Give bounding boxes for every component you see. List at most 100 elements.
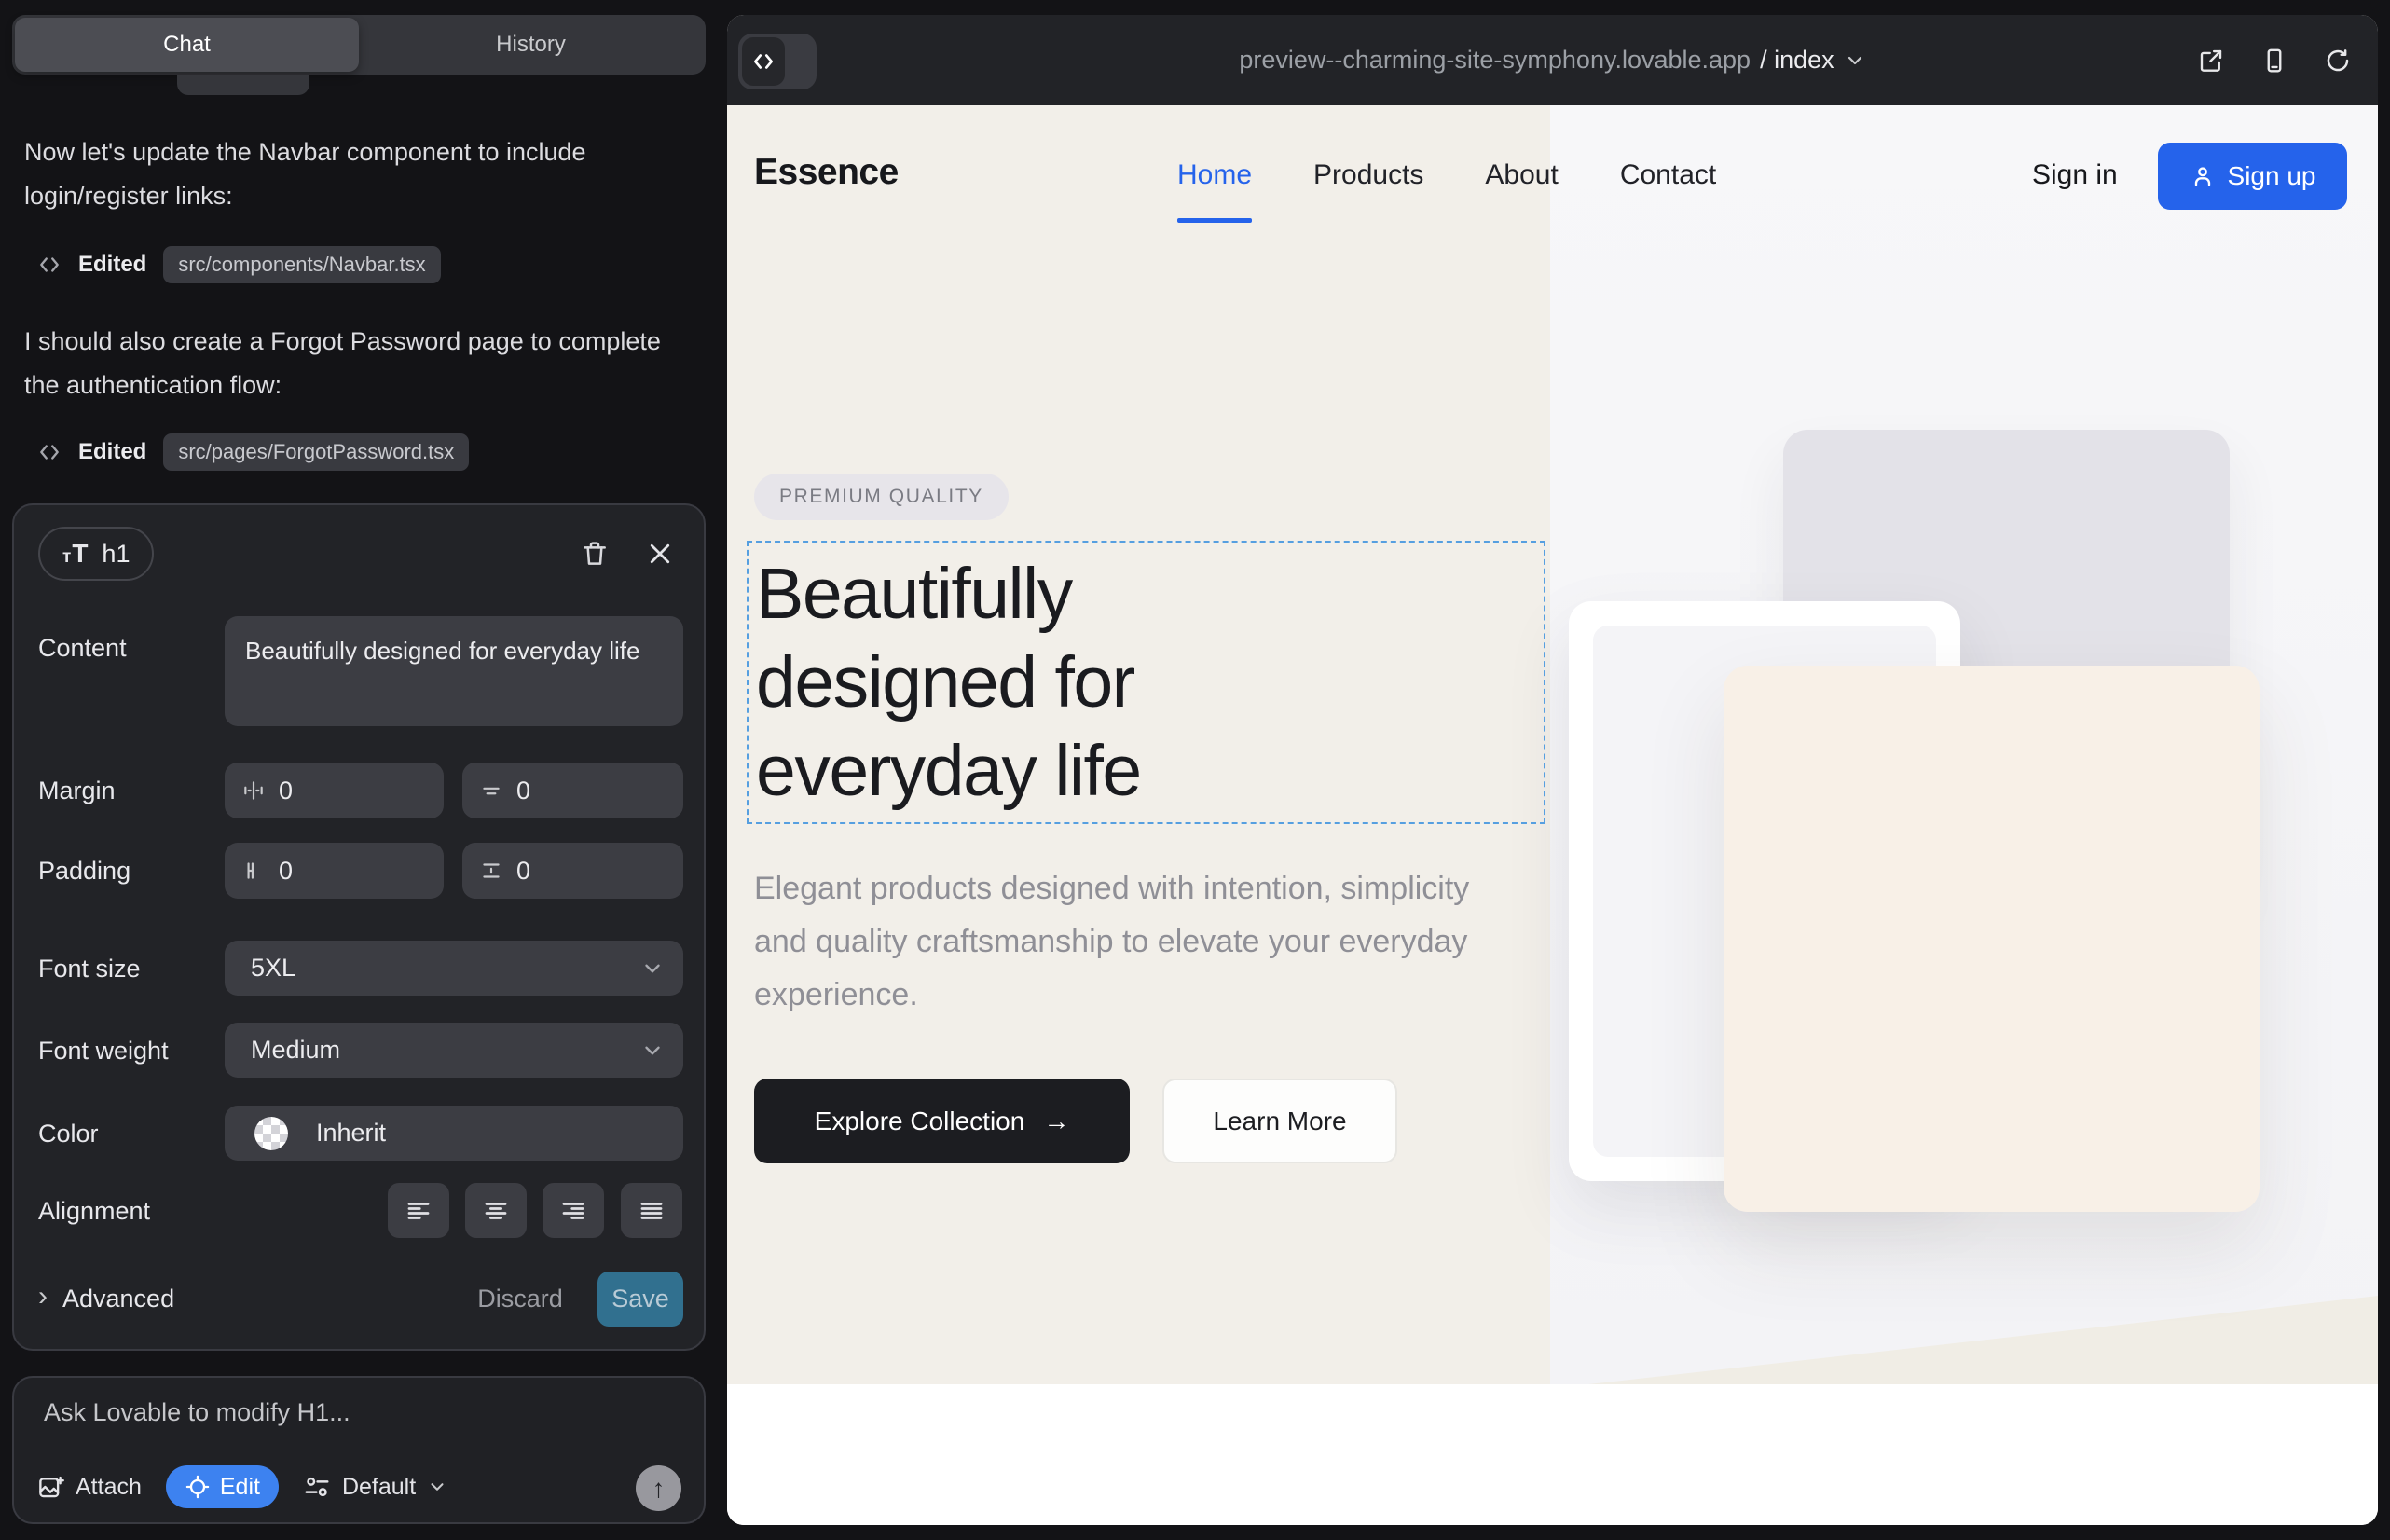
padding-x-input[interactable]: 0 [225, 843, 444, 899]
hero-description: Elegant products designed with intention… [754, 862, 1500, 1022]
learn-more-button[interactable]: Learn More [1162, 1079, 1397, 1163]
chevron-down-icon [1844, 49, 1866, 72]
color-label: Color [38, 1120, 99, 1148]
scrolled-chip [177, 75, 309, 95]
tab-chat[interactable]: Chat [15, 18, 359, 72]
font-size-select[interactable]: 5XL [225, 941, 683, 996]
padding-y-input[interactable]: 0 [462, 843, 683, 899]
edited-label: Edited [78, 252, 146, 278]
mobile-view-button[interactable] [2260, 47, 2288, 75]
element-editor-panel: тT h1 Content Beautifully designed for e… [12, 503, 706, 1351]
padding-y-icon [479, 859, 503, 883]
margin-y-icon [479, 778, 503, 803]
hero-heading[interactable]: Beautifully designed for everyday life [756, 550, 1141, 816]
chevron-down-icon [640, 956, 665, 981]
url-page: / index [1760, 46, 1834, 75]
advanced-toggle[interactable]: › Advanced [38, 1272, 174, 1327]
margin-x-value: 0 [279, 777, 293, 805]
chevron-down-icon [640, 1038, 665, 1063]
font-size-value: 5XL [251, 954, 295, 983]
margin-label: Margin [38, 777, 116, 805]
attach-image-icon [36, 1473, 64, 1501]
chevron-down-icon [427, 1477, 447, 1497]
margin-x-icon [241, 778, 266, 803]
discard-button[interactable]: Discard [480, 1272, 560, 1327]
content-input[interactable]: Beautifully designed for everyday life [225, 616, 683, 726]
font-weight-select[interactable]: Medium [225, 1023, 683, 1078]
mobile-device-icon [2260, 47, 2288, 75]
align-justify-button[interactable] [621, 1183, 682, 1238]
element-tag: h1 [102, 540, 130, 569]
delete-element-button[interactable] [576, 535, 613, 572]
nav-link-home[interactable]: Home [1177, 159, 1252, 191]
h1-selection-box[interactable]: Beautifully designed for everyday life [747, 541, 1545, 824]
preview-panel: preview--charming-site-symphony.lovable.… [727, 15, 2378, 1525]
chat-message: Now let's update the Navbar component to… [24, 131, 688, 218]
sign-up-label: Sign up [2228, 161, 2316, 191]
preview-header: preview--charming-site-symphony.lovable.… [727, 15, 2378, 105]
premium-quality-badge: PREMIUM QUALITY [754, 474, 1009, 520]
attach-button[interactable]: Attach [36, 1473, 142, 1501]
align-left-icon [405, 1197, 433, 1225]
font-size-label: Font size [38, 955, 141, 983]
edited-file-row: Edited src/components/Navbar.tsx [37, 244, 441, 285]
edited-file-chip[interactable]: src/components/Navbar.tsx [163, 246, 440, 283]
site-logo[interactable]: Essence [754, 152, 899, 193]
decorative-wedge [1588, 1296, 2378, 1384]
align-right-icon [559, 1197, 587, 1225]
trash-icon [580, 539, 610, 569]
content-label: Content [38, 634, 127, 663]
mode-select[interactable]: Default [303, 1473, 447, 1501]
decorative-card-beige [1724, 666, 2260, 1212]
explore-collection-label: Explore Collection [815, 1107, 1025, 1136]
color-value: Inherit [316, 1119, 386, 1148]
composer-toolbar: Attach Edit Default [36, 1464, 447, 1510]
site-navbar: Essence Home Products About Contact Sign… [727, 105, 2378, 245]
url-domain: preview--charming-site-symphony.lovable.… [1239, 46, 1751, 75]
mode-label: Default [342, 1474, 416, 1501]
chat-sidebar: Chat History Now let's update the Navbar… [0, 0, 718, 1540]
align-justify-icon [638, 1197, 666, 1225]
attach-label: Attach [76, 1474, 142, 1501]
site-viewport: Essence Home Products About Contact Sign… [727, 105, 2378, 1525]
refresh-button[interactable] [2324, 47, 2352, 75]
send-button[interactable]: ↑ [636, 1465, 681, 1511]
arrow-up-icon: ↑ [652, 1474, 666, 1504]
padding-x-icon [241, 859, 266, 883]
url-bar[interactable]: preview--charming-site-symphony.lovable.… [727, 15, 2378, 105]
external-link-icon [2197, 47, 2225, 75]
section-below-hero [727, 1384, 2378, 1525]
margin-x-input[interactable]: 0 [225, 763, 444, 818]
close-editor-button[interactable] [641, 535, 679, 572]
user-icon [2190, 163, 2216, 189]
align-center-button[interactable] [465, 1183, 527, 1238]
tab-history[interactable]: History [359, 18, 703, 72]
color-swatch [254, 1117, 288, 1150]
chat-composer: Ask Lovable to modify H1... Attach Edit … [12, 1376, 706, 1524]
margin-y-input[interactable]: 0 [462, 763, 683, 818]
color-select[interactable]: Inherit [225, 1106, 683, 1161]
arrow-right-icon: → [1043, 1107, 1069, 1136]
nav-links: Home Products About Contact [1177, 159, 1716, 191]
edited-file-chip[interactable]: src/pages/ForgotPassword.tsx [163, 433, 469, 471]
sign-in-link[interactable]: Sign in [2032, 159, 2118, 191]
explore-collection-button[interactable]: Explore Collection → [754, 1079, 1130, 1163]
sign-up-button[interactable]: Sign up [2158, 143, 2347, 210]
edited-file-row: Edited src/pages/ForgotPassword.tsx [37, 432, 469, 473]
edited-label: Edited [78, 439, 146, 465]
align-right-button[interactable] [543, 1183, 604, 1238]
open-external-button[interactable] [2197, 47, 2225, 75]
save-button[interactable]: Save [598, 1272, 683, 1327]
chat-message: I should also create a Forgot Password p… [24, 320, 688, 407]
font-weight-value: Medium [251, 1036, 340, 1065]
advanced-label: Advanced [62, 1285, 174, 1313]
crosshair-icon [185, 1474, 211, 1500]
nav-link-products[interactable]: Products [1313, 159, 1423, 191]
close-icon [646, 540, 674, 568]
nav-link-about[interactable]: About [1485, 159, 1558, 191]
align-left-button[interactable] [388, 1183, 449, 1238]
composer-input[interactable]: Ask Lovable to modify H1... [44, 1398, 350, 1427]
nav-link-contact[interactable]: Contact [1620, 159, 1716, 191]
edit-mode-button[interactable]: Edit [166, 1465, 279, 1508]
text-size-icon: тT [62, 539, 89, 569]
